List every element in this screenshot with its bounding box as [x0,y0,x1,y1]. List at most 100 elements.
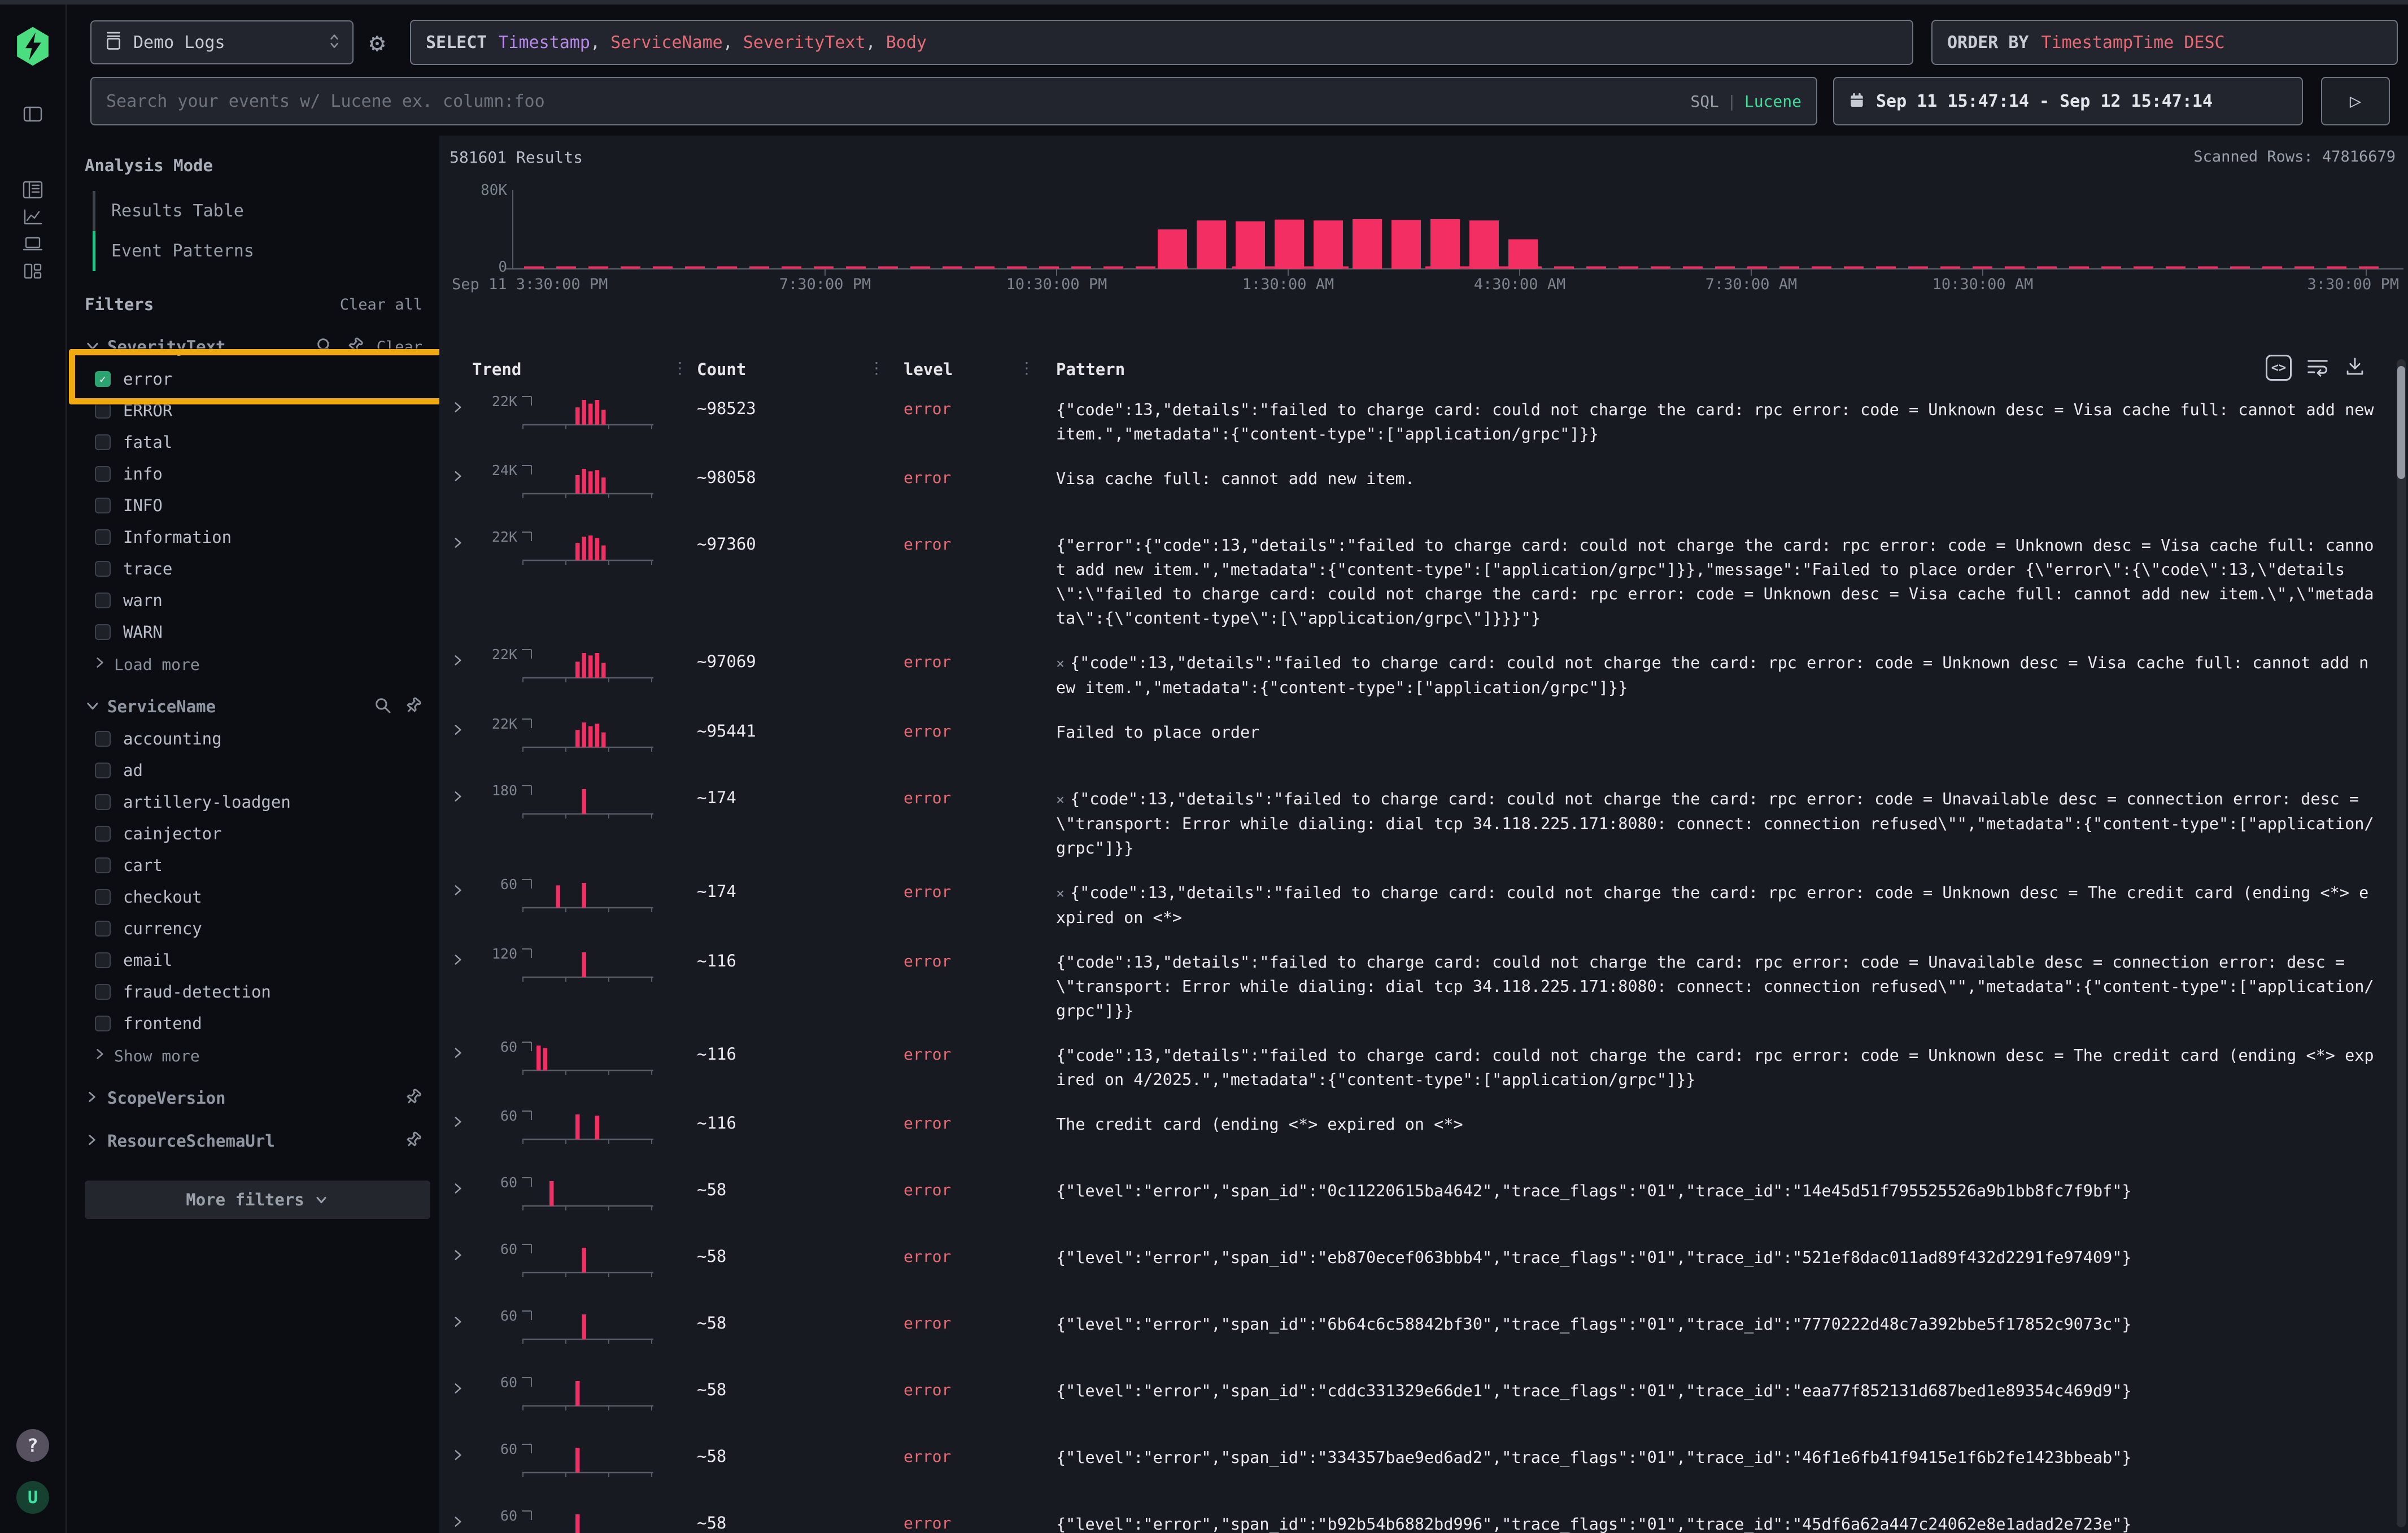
checkbox[interactable] [95,826,111,842]
expand-row-chevron-icon[interactable] [447,528,472,630]
sessions-icon[interactable] [19,230,46,258]
search-logs-icon[interactable] [19,176,46,203]
chart-explorer-icon[interactable] [19,203,46,230]
dashboards-icon[interactable] [19,258,46,285]
lang-lucene-option[interactable]: Lucene [1744,92,1801,111]
col-header-count[interactable]: ⋮Count [687,360,883,379]
drag-handle-icon[interactable]: ⋮ [1019,359,1035,377]
checkbox[interactable] [95,498,111,513]
expand-row-chevron-icon[interactable] [447,1038,472,1092]
checkbox[interactable] [95,529,111,545]
run-query-button[interactable]: ▷ [2321,77,2390,125]
checkbox[interactable] [95,593,111,608]
more-filters-button[interactable]: More filters [85,1181,430,1219]
table-row[interactable]: 120~116error{"code":13,"details":"failed… [439,938,2408,1031]
pattern-text[interactable]: {"level":"error","span_id":"0c11220615ba… [1033,1173,2408,1225]
time-range-picker[interactable]: Sep 11 15:47:14 - Sep 12 15:47:14 [1833,77,2303,125]
pin-icon[interactable] [404,1131,422,1151]
download-icon[interactable] [2344,356,2366,380]
expand-row-chevron-icon[interactable] [447,781,472,860]
table-row[interactable]: 22K~95441errorFailed to place order [439,708,2408,774]
table-row[interactable]: 60~58error{"level":"error","span_id":"0c… [439,1166,2408,1233]
filter-option-fatal[interactable]: fatal [95,433,422,452]
drag-handle-icon[interactable]: ⋮ [672,359,688,377]
table-row[interactable]: 60~58error{"level":"error","span_id":"b9… [439,1500,2408,1533]
expand-row-chevron-icon[interactable] [447,461,472,513]
pattern-text[interactable]: Failed to place order [1033,715,2408,766]
pin-icon[interactable] [404,1088,422,1108]
checkbox[interactable] [95,1016,111,1031]
table-row[interactable]: 60~116errorThe credit card (ending <*> e… [439,1100,2408,1166]
pattern-text[interactable]: The credit card (ending <*> expired on <… [1033,1107,2408,1159]
pattern-text[interactable]: ×{"code":13,"details":"failed to charge … [1033,875,2408,930]
filter-group-header-servicename[interactable]: ServiceName [85,696,422,717]
filter-group-header-scopeversion[interactable]: ScopeVersion [85,1088,422,1108]
table-row[interactable]: 60~116error{"code":13,"details":"failed … [439,1031,2408,1100]
filter-option-ad[interactable]: ad [95,761,422,780]
table-row[interactable]: 24K~98058errorVisa cache full: cannot ad… [439,454,2408,521]
chevron-right-icon[interactable] [85,1090,102,1107]
filter-option-fraud-detection[interactable]: fraud-detection [95,982,422,1001]
checkbox[interactable] [95,466,111,482]
checkbox[interactable] [95,763,111,778]
search-icon[interactable] [374,696,392,717]
filter-option-warn[interactable]: warn [95,591,422,610]
checkbox-checked[interactable]: ✓ [95,371,111,387]
table-row[interactable]: 180~174error×{"code":13,"details":"faile… [439,774,2408,868]
select-clause-input[interactable]: SELECT Timestamp, ServiceName, SeverityT… [410,20,1913,65]
expand-row-chevron-icon[interactable] [447,392,472,446]
expand-row-chevron-icon[interactable] [447,1306,472,1358]
filter-option-info[interactable]: info [95,464,422,484]
filter-group-header-severitytext[interactable]: SeverityTextClear [85,337,422,357]
pattern-text[interactable]: {"level":"error","span_id":"b92b54b6882b… [1033,1506,2408,1533]
pattern-text[interactable]: ×{"code":13,"details":"failed to charge … [1033,781,2408,860]
clear-all-button[interactable]: Clear all [340,296,422,313]
checkbox[interactable] [95,624,111,640]
expand-row-chevron-icon[interactable] [447,1107,472,1159]
filter-option-cart[interactable]: cart [95,856,422,875]
expand-row-chevron-icon[interactable] [447,1506,472,1533]
mode-event-patterns[interactable]: Event Patterns [93,231,422,271]
order-by-input[interactable]: ORDER BY TimestampTime DESC [1931,20,2398,65]
pattern-text[interactable]: {"level":"error","span_id":"cddc331329e6… [1033,1373,2408,1425]
expand-row-chevron-icon[interactable] [447,944,472,1023]
filter-option-info[interactable]: INFO [95,496,422,515]
search-input[interactable] [106,92,1690,111]
drag-handle-icon[interactable]: ⋮ [869,359,884,377]
scrollbar-thumb[interactable] [2397,366,2405,479]
pattern-text[interactable]: {"level":"error","span_id":"334357bae9ed… [1033,1440,2408,1492]
chevron-down-icon[interactable] [85,698,102,715]
filter-option-artillery-loadgen[interactable]: artillery-loadgen [95,792,422,812]
pattern-text[interactable]: {"code":13,"details":"failed to charge c… [1033,944,2408,1023]
view-source-icon[interactable]: <> [2266,355,2292,381]
filter-option-checkout[interactable]: checkout [95,887,422,907]
wrap-lines-icon[interactable] [2306,356,2329,379]
checkbox[interactable] [95,403,111,419]
expand-row-chevron-icon[interactable] [447,645,472,700]
filter-option-email[interactable]: email [95,951,422,970]
expand-row-chevron-icon[interactable] [447,1173,472,1225]
filter-option-frontend[interactable]: frontend [95,1014,422,1033]
chevron-right-icon[interactable] [85,1133,102,1149]
filter-option-cainjector[interactable]: cainjector [95,824,422,843]
table-row[interactable]: 60~58error{"level":"error","span_id":"6b… [439,1300,2408,1366]
events-histogram[interactable]: 80K 0 Sep 11 3:30:00 PM7:30:00 PM10:30:0… [439,185,2408,315]
help-button[interactable]: ? [16,1429,49,1462]
checkbox[interactable] [95,731,111,747]
checkbox[interactable] [95,889,111,905]
search-icon[interactable] [316,337,334,357]
pattern-text[interactable]: {"code":13,"details":"failed to charge c… [1033,1038,2408,1092]
checkbox[interactable] [95,984,111,1000]
pin-icon[interactable] [346,337,364,357]
col-header-level[interactable]: ⋮level [883,360,1033,379]
dismiss-x-icon[interactable]: × [1056,885,1065,901]
table-row[interactable]: 60~58error{"level":"error","span_id":"eb… [439,1233,2408,1300]
chevron-down-icon[interactable] [85,338,102,355]
dismiss-x-icon[interactable]: × [1056,791,1065,808]
app-logo-icon[interactable] [14,26,51,67]
lang-sql-option[interactable]: SQL [1690,92,1719,111]
pin-icon[interactable] [404,696,422,717]
checkbox[interactable] [95,794,111,810]
filter-option-trace[interactable]: trace [95,559,422,578]
mode-results-table[interactable]: Results Table [93,191,422,231]
